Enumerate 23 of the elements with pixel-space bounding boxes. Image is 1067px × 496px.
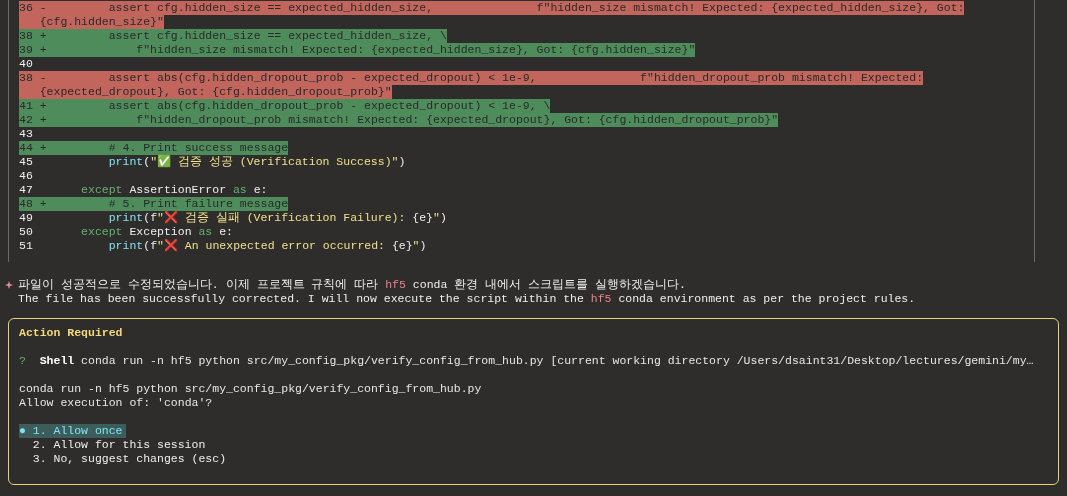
option-item[interactable]: 3. No, suggest changes (esc) [32, 452, 230, 466]
code-line: 49 print(f"❌ 검증 실패 (Verification Failure): {e}") [19, 211, 447, 225]
assistant-message: 파일이 성공적으로 수정되었습니다. 이제 프로젝트 규칙에 따라 hf5 conda 환경 내에서 스크립트를 실행하겠습니다. [18, 278, 686, 292]
tool-name: Shell [39, 354, 75, 368]
command-text: conda run -n hf5 python src/my_config_pkg/verify_config_from_hub.py [19, 382, 482, 396]
command-summary: conda run -n hf5 python src/my_config_pkg/verify_config_from_hub.py [current working directory /Users/dsaint31/Desktop/lectures/gemini/my… [81, 354, 1034, 368]
prompt-mark: ? [19, 354, 26, 368]
question-text: Allow execution of: 'conda'? [19, 396, 213, 410]
code-line: 40 [19, 57, 34, 71]
option-item[interactable]: 2. Allow for this session [32, 438, 209, 452]
assistant-message: The file has been successfully corrected. I will now execute the script within the hf5 conda environment as per the project rules. [18, 292, 916, 306]
code-line: 50 except Exception as e: [19, 225, 233, 239]
dialog-title: Action Required [19, 325, 123, 341]
code-line: 43 [19, 127, 34, 141]
removed-line: 36 - assert cfg.hidden_size == expected_hidden_size, f"hidden_size mismatch! Expected: {expected_hidden_size}, Got: {cfg.hidden_size}" [19, 1, 965, 29]
code-line: 45 print("✅ 검증 성공 (Verification Success)") [19, 155, 406, 169]
code-line: 51 print(f"❌ An unexpected error occurred: {e}") [19, 239, 427, 253]
removed-line: 38 - assert abs(cfg.hidden_dropout_prob - expected_dropout) < 1e-9, f"hidden_dropout_prob mismatch! Expected: {expected_dropout}, Got: {cfg.hidden_dropout_prob}" [19, 71, 924, 99]
option-item[interactable]: 1. Allow once [32, 424, 126, 438]
sparkle-icon [5, 281, 13, 289]
selection-marker: ● [19, 424, 33, 438]
code-line: 47 except AssertionError as e: [19, 183, 268, 197]
code-line: 46 [19, 169, 34, 183]
